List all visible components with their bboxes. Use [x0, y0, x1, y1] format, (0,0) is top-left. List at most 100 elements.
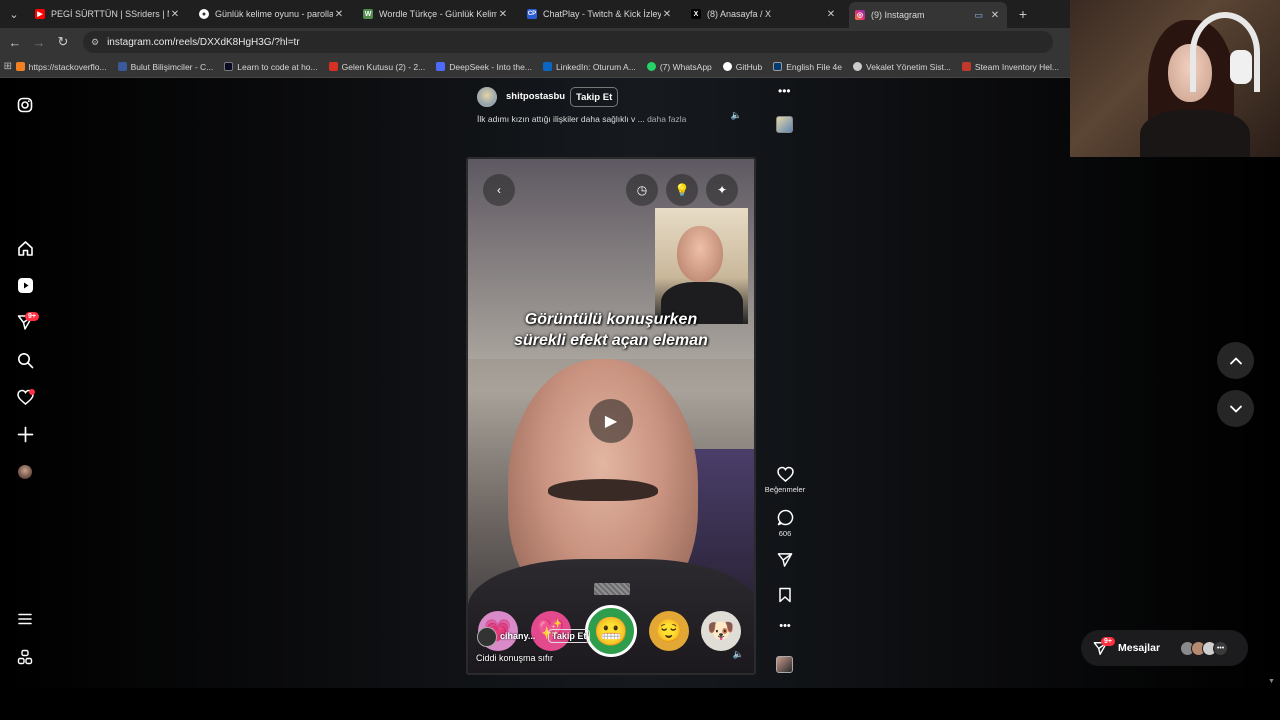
comment-bubble-icon[interactable]	[777, 509, 794, 526]
more-options-ellipsis-icon[interactable]: •••	[778, 84, 791, 98]
more-ellipsis-icon[interactable]: •••	[779, 620, 791, 632]
play-button-icon[interactable]: ▶	[589, 399, 633, 443]
previous-reel-chevron-up-icon[interactable]	[1217, 342, 1254, 379]
also-from-meta-icon[interactable]	[14, 646, 36, 668]
caption-text: İlk adımı kızın attığı ilişkiler daha sa…	[477, 114, 645, 124]
reel-video[interactable]: ‹ ◷ 💡 ✦ Görüntülü konuşurken sürekli efe…	[466, 157, 756, 675]
save-action[interactable]	[770, 587, 800, 603]
streamer-shirt	[1140, 110, 1250, 157]
close-tab-icon[interactable]: ✕	[661, 9, 673, 20]
comment-count: 606	[778, 529, 792, 538]
video-caption: Ciddi konuşma sıfır	[476, 653, 554, 663]
profile-avatar[interactable]	[14, 461, 36, 483]
close-tab-icon[interactable]: ✕	[825, 9, 837, 20]
browser-tab[interactable]: ▶ PEGİ SÜRTTÜN | SSriders | Moto ✕	[29, 2, 187, 26]
lightbulb-icon[interactable]: 💡	[666, 174, 698, 206]
like-action[interactable]: Beğenmeler	[765, 466, 805, 494]
bookmark-item[interactable]: (7) WhatsApp	[646, 61, 712, 72]
close-tab-icon[interactable]: ✕	[169, 9, 181, 20]
browser-tab[interactable]: ● Günlük kelime oyunu - parolla ✕	[193, 2, 351, 26]
bookmark-item[interactable]: Gelen Kutusu (2) - 2...	[328, 62, 425, 72]
share-send-icon[interactable]	[777, 552, 793, 568]
reload-icon[interactable]: ↻	[51, 34, 75, 50]
grin-filter-selected-icon[interactable]: 😬	[585, 605, 637, 657]
bookmark-label: Steam Inventory Hel...	[974, 61, 1059, 72]
search-icon[interactable]	[14, 349, 36, 371]
tab-cast-icon: ▭	[974, 9, 983, 20]
new-tab-plus-icon[interactable]: +	[1013, 6, 1033, 22]
volume-icon[interactable]: 🔈	[731, 110, 742, 121]
bookmark-item[interactable]: Learn to code at ho...	[224, 62, 318, 72]
like-label: Beğenmeler	[764, 485, 806, 494]
message-avatars: •••	[1180, 640, 1229, 656]
bookmark-item[interactable]: GitHub	[722, 62, 762, 72]
close-tab-icon[interactable]: ✕	[989, 10, 1001, 21]
bookmark-label: English File 4e	[786, 61, 843, 72]
video-author-avatar[interactable]	[477, 627, 497, 647]
reel-audio-thumbnail[interactable]	[776, 656, 793, 673]
tab-search-chevron-icon[interactable]: ⌄	[3, 3, 25, 25]
address-url: instagram.com/reels/DXXdK8HgH3G/?hl=tr	[107, 36, 300, 48]
notification-dot	[29, 389, 35, 395]
bottom-strip	[0, 688, 1280, 720]
bookmark-item[interactable]: Steam Inventory Hel...	[961, 61, 1059, 72]
browser-tab[interactable]: CP ChatPlay - Twitch & Kick İzleyici ✕	[521, 2, 679, 26]
github-icon	[722, 62, 732, 71]
parolla-favicon-icon: ●	[199, 9, 209, 19]
back-arrow-icon[interactable]: ←	[3, 35, 27, 50]
video-back-chevron-icon[interactable]: ‹	[483, 174, 515, 206]
video-follow-button[interactable]: Takip Et	[548, 629, 591, 643]
bookmark-item[interactable]: LinkedIn: Oturum A...	[542, 62, 636, 72]
reels-icon[interactable]	[14, 274, 36, 296]
reel-caption: İlk adımı kızın attığı ilişkiler daha sa…	[477, 114, 686, 124]
tab-title: PEGİ SÜRTTÜN | SSriders | Moto	[51, 9, 169, 19]
audio-thumbnail[interactable]	[776, 116, 793, 133]
browser-tab[interactable]: W Wordle Türkçe - Günlük Kelime ✕	[357, 2, 515, 26]
browser-tab[interactable]: X (8) Anasayfa / X ✕	[685, 2, 843, 26]
bookmark-item[interactable]: Bulut Bilişimciler - C...	[117, 62, 213, 72]
comment-action[interactable]: 606	[770, 509, 800, 538]
forward-arrow-icon[interactable]: →	[27, 35, 51, 50]
effects-wand-icon[interactable]: ✦	[706, 174, 738, 206]
home-icon[interactable]	[14, 237, 36, 259]
smile-filter-icon[interactable]: 😌	[649, 611, 689, 651]
tab-title: ChatPlay - Twitch & Kick İzleyici	[543, 9, 661, 19]
globe-icon	[853, 62, 863, 71]
bookmark-item[interactable]: Vekalet Yönetim Sist...	[853, 62, 951, 72]
scroll-down-arrow-icon[interactable]: ▼	[1268, 678, 1275, 685]
freecodecamp-icon	[224, 62, 234, 71]
bookmark-item[interactable]: English File 4e	[773, 62, 842, 72]
next-reel-chevron-down-icon[interactable]	[1217, 390, 1254, 427]
timer-icon[interactable]: ◷	[626, 174, 658, 206]
video-volume-icon[interactable]: 🔈	[733, 649, 744, 660]
bookmark-item[interactable]: https://stackoverflo...	[15, 62, 107, 72]
more-menu-icon[interactable]	[14, 608, 36, 630]
messages-label: Mesajlar	[1118, 642, 1161, 654]
gmail-icon	[328, 62, 338, 71]
share-action[interactable]	[770, 552, 800, 568]
apps-grid-icon[interactable]: ⊞	[0, 61, 16, 72]
messages-pill-button[interactable]: 9+ Mesajlar •••	[1081, 630, 1248, 666]
dog-filter-icon[interactable]: 🐶	[701, 611, 741, 651]
steam-icon	[961, 62, 971, 71]
address-bar[interactable]: ⚙ instagram.com/reels/DXXdK8HgH3G/?hl=tr	[83, 31, 1053, 53]
bookmark-item[interactable]: DeepSeek - Into the...	[436, 62, 532, 72]
video-author-username[interactable]: cihany...	[500, 631, 535, 641]
create-plus-icon[interactable]	[14, 423, 36, 445]
bookmark-label: (7) WhatsApp	[659, 61, 712, 72]
bookmark-label: Vekalet Yönetim Sist...	[866, 61, 951, 72]
linkedin-icon	[542, 62, 552, 71]
site-info-icon[interactable]: ⚙	[91, 37, 99, 48]
reel-author-username[interactable]: shitpostasbu	[506, 91, 565, 102]
filter-name-label	[594, 583, 630, 595]
like-heart-icon[interactable]	[776, 466, 794, 482]
bookmark-icon[interactable]	[778, 587, 792, 603]
reel-author-avatar[interactable]	[477, 87, 497, 107]
more-action[interactable]: •••	[770, 620, 800, 632]
instagram-logo-icon[interactable]	[14, 94, 36, 116]
close-tab-icon[interactable]: ✕	[333, 9, 345, 20]
browser-tab-active[interactable]: ◎ (9) Instagram ▭ ✕	[849, 2, 1007, 28]
follow-button[interactable]: Takip Et	[570, 87, 619, 107]
close-tab-icon[interactable]: ✕	[497, 9, 509, 20]
more-link[interactable]: daha fazla	[647, 114, 686, 124]
